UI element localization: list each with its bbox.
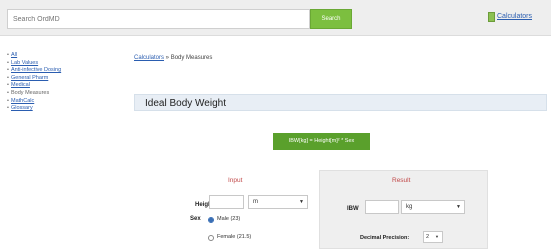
- search-input[interactable]: [7, 9, 310, 29]
- breadcrumb-current: Body Measures: [170, 55, 213, 61]
- sidebar-item-label: Lab Values: [11, 59, 39, 66]
- sidebar-item-label: Glossary: [11, 105, 33, 112]
- sidebar-item-body-measures: • Body Measures: [7, 90, 107, 98]
- sex-male-radio[interactable]: [208, 217, 214, 223]
- result-section-label: Result: [392, 177, 411, 184]
- sex-label: Sex: [190, 216, 201, 222]
- sidebar-item-all[interactable]: • All: [7, 52, 107, 60]
- input-section-label: Input: [228, 177, 243, 184]
- sidebar-item-label: MathCalc: [11, 97, 35, 104]
- sex-female-label: Female (21.5): [217, 234, 252, 240]
- sidebar-item-label: All: [11, 52, 18, 58]
- search-button[interactable]: Search: [310, 9, 352, 29]
- ibw-unit-select[interactable]: kg ▼: [401, 200, 465, 214]
- ibw-label: IBW: [347, 206, 359, 212]
- chevron-down-icon: ▼: [435, 234, 439, 239]
- sex-female-radio[interactable]: [208, 235, 214, 241]
- sidebar-nav: • All • Lab Values • Anti-infective Dosing …: [7, 52, 107, 113]
- sidebar-item-label: General Pharm: [11, 74, 49, 81]
- title-band: Ideal Body Weight: [134, 94, 547, 111]
- sidebar-item-glossary[interactable]: • Glossary: [7, 105, 107, 113]
- sidebar-item-label: Anti-infective Dosing: [11, 67, 62, 74]
- decimal-precision-label: Decimal Precision:: [360, 235, 410, 241]
- breadcrumb-calculators-link[interactable]: Calculators: [134, 55, 164, 61]
- sidebar-item-label: Medical: [11, 82, 30, 89]
- decimal-precision-select[interactable]: 2 ▼: [423, 231, 443, 243]
- calculators-link[interactable]: Calculators: [497, 13, 532, 25]
- sidebar-item-general-pharm[interactable]: • General Pharm: [7, 75, 107, 83]
- top-bar: Search Calculators: [0, 0, 551, 36]
- chevron-down-icon: ▼: [456, 204, 461, 210]
- breadcrumb: Calculators » Body Measures: [134, 55, 212, 61]
- sidebar-item-label: Body Measures: [11, 89, 50, 96]
- ibw-result-field[interactable]: [365, 200, 399, 214]
- height-input[interactable]: [209, 195, 244, 209]
- sidebar-item-anti-infective-dosing[interactable]: • Anti-infective Dosing: [7, 67, 107, 75]
- breadcrumb-separator: »: [164, 55, 171, 61]
- height-unit-value: m: [253, 199, 258, 205]
- calculator-icon[interactable]: [488, 12, 495, 22]
- height-unit-select[interactable]: m ▼: [248, 195, 308, 209]
- chevron-down-icon: ▼: [299, 199, 304, 205]
- decimal-precision-value: 2: [426, 234, 430, 240]
- sidebar-item-medical[interactable]: • Medical: [7, 82, 107, 90]
- sex-male-label: Male (23): [217, 216, 241, 222]
- formula-box: IBW[kg] = Height[m]² * Sex: [273, 133, 370, 150]
- sidebar-item-lab-values[interactable]: • Lab Values: [7, 60, 107, 68]
- sidebar-item-mathcalc[interactable]: • MathCalc: [7, 98, 107, 106]
- ibw-unit-value: kg: [406, 204, 413, 210]
- page-title: Ideal Body Weight: [145, 98, 226, 109]
